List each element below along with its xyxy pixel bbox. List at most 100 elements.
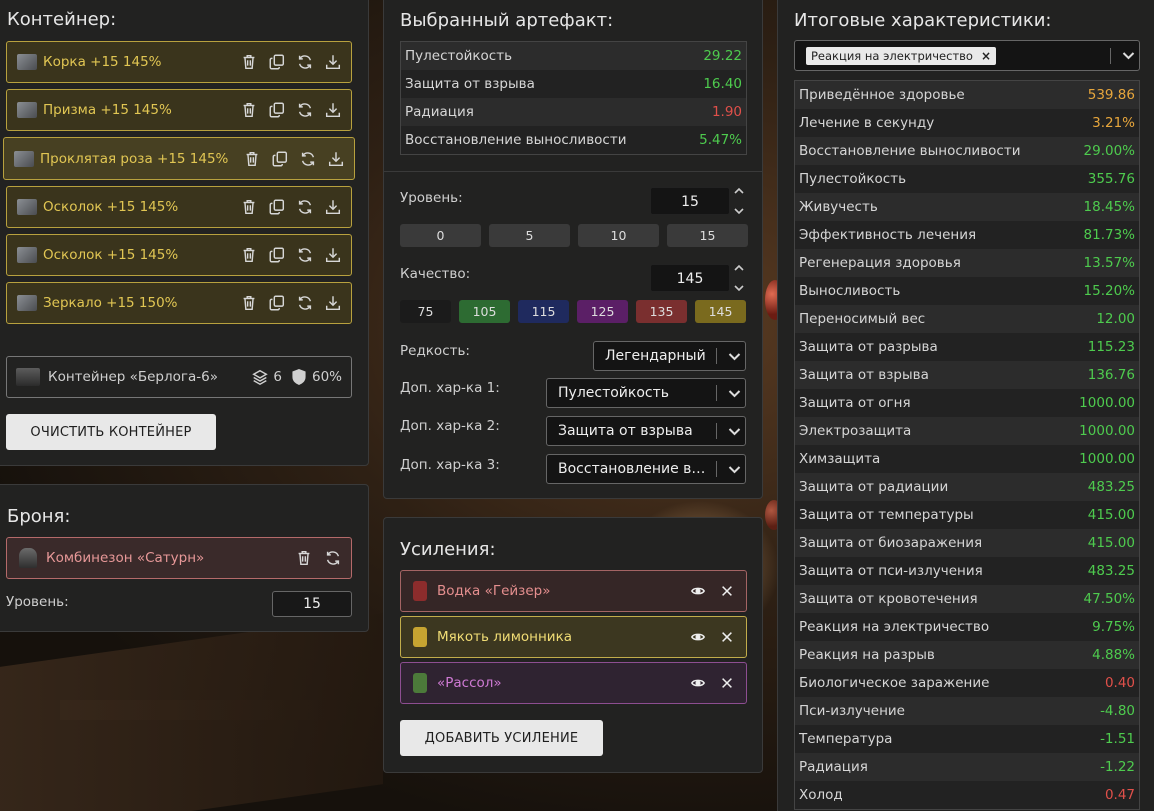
container-box[interactable]: Контейнер «Берлога-6» 6 60% [6,356,352,398]
armor-level-input[interactable] [272,591,352,617]
armor-level-label: Уровень: [6,594,69,610]
level-preset-button[interactable]: 15 [667,224,748,247]
artifact-icon [17,102,37,118]
artifact-item[interactable]: Корка +15 145% [6,41,352,83]
close-icon[interactable]: × [981,49,991,63]
boost-icon [413,581,427,601]
download-icon[interactable] [323,294,342,313]
level-preset-button[interactable]: 10 [578,224,659,247]
level-input[interactable]: 15 [650,187,730,215]
download-icon[interactable] [323,101,342,120]
eye-icon[interactable] [688,628,707,647]
trash-icon[interactable] [294,549,313,568]
artifact-item[interactable]: Зеркало +15 150% [6,282,352,324]
total-row: Регенерация здоровья 13.57% [795,249,1139,277]
chevron-up-icon[interactable] [734,187,744,195]
extra3-select[interactable]: Восстановление выносливости [546,454,746,484]
boost-item[interactable]: Водка «Гейзер» [400,570,747,612]
chevron-down-icon[interactable] [1122,51,1135,60]
level-preset-button[interactable]: 5 [489,224,570,247]
copy-icon[interactable] [267,53,286,72]
total-name: Приведённое здоровье [799,87,965,103]
copy-icon[interactable] [270,149,289,168]
total-name: Температура [799,731,893,747]
swap-icon[interactable] [295,101,314,120]
quality-spinner[interactable] [733,264,745,292]
divider [384,171,762,172]
trash-icon[interactable] [239,198,258,217]
swap-icon[interactable] [295,198,314,217]
container-slots-value: 6 [273,369,282,385]
swap-icon[interactable] [295,294,314,313]
artifact-item[interactable]: Проклятая роза +15 145% [3,137,355,180]
armor-suit[interactable]: Комбинезон «Сатурн» [6,537,352,579]
quality-preset-button[interactable]: 105 [459,300,510,323]
totals-table: Приведённое здоровье 539.86 Лечение в секу… [794,80,1140,810]
download-icon[interactable] [323,246,342,265]
swap-icon[interactable] [295,246,314,265]
total-row: Реакция на разрыв 4.88% [795,641,1139,669]
chevron-down-icon[interactable] [734,284,744,292]
copy-icon[interactable] [267,198,286,217]
eye-icon[interactable] [688,674,707,693]
quality-preset-button[interactable]: 135 [636,300,687,323]
total-row: Электрозащита 1000.00 [795,417,1139,445]
chevron-down-icon[interactable] [734,207,744,215]
boost-item[interactable]: «Рассол» [400,662,747,704]
download-icon[interactable] [326,149,345,168]
level-spinner[interactable] [733,187,745,215]
stat-value: 1.90 [711,104,742,120]
total-name: Эффективность лечения [799,227,977,243]
swap-icon[interactable] [323,549,342,568]
total-name: Реакция на электричество [799,619,990,635]
download-icon[interactable] [323,198,342,217]
close-icon[interactable] [717,582,736,601]
level-presets: 0 5 10 15 [400,224,748,247]
trash-icon[interactable] [239,53,258,72]
trash-icon[interactable] [239,246,258,265]
stat-value: 29.22 [703,48,742,64]
swap-icon[interactable] [298,149,317,168]
total-name: Защита от кровотечения [799,591,978,607]
total-row: Живучесть 18.45% [795,193,1139,221]
trash-icon[interactable] [242,149,261,168]
copy-icon[interactable] [267,101,286,120]
chevron-up-icon[interactable] [734,264,744,272]
swap-icon[interactable] [295,53,314,72]
total-row: Защита от кровотечения 47.50% [795,585,1139,613]
stat-filter-select[interactable]: Реакция на электричество × [794,40,1140,71]
copy-icon[interactable] [267,246,286,265]
quality-preset-button[interactable]: 115 [518,300,569,323]
trash-icon[interactable] [239,101,258,120]
clear-container-button[interactable]: ОЧИСТИТЬ КОНТЕЙНЕР [6,414,216,450]
total-value: 29.00% [1083,143,1135,159]
quality-preset-button[interactable]: 75 [400,300,451,323]
artifact-list: Корка +15 145% Призма +15 145% Проклятая р… [3,41,355,330]
boosts-title: Усиления: [400,539,496,560]
artifact-item[interactable]: Призма +15 145% [6,89,352,131]
boost-item[interactable]: Мякоть лимонника [400,616,747,658]
chevron-down-icon [728,465,740,473]
rarity-select[interactable]: Легендарный [593,341,746,371]
extra1-select[interactable]: Пулестойкость [546,378,746,408]
level-preset-button[interactable]: 0 [400,224,481,247]
trash-icon[interactable] [239,294,258,313]
copy-icon[interactable] [267,294,286,313]
stat-name: Защита от взрыва [405,76,535,92]
filter-tag[interactable]: Реакция на электричество × [806,46,997,65]
extra1-label: Доп. хар-ка 1: [400,380,500,396]
add-boost-button[interactable]: ДОБАВИТЬ УСИЛЕНИЕ [400,720,603,756]
close-icon[interactable] [717,628,736,647]
download-icon[interactable] [323,53,342,72]
quality-preset-button[interactable]: 125 [577,300,628,323]
artifact-item[interactable]: Осколок +15 145% [6,186,352,228]
boost-icon [413,673,427,693]
quality-preset-button[interactable]: 145 [695,300,746,323]
boost-name: Мякоть лимонника [437,629,572,645]
eye-icon[interactable] [688,582,707,601]
close-icon[interactable] [717,674,736,693]
quality-input[interactable]: 145 [650,264,730,292]
extra2-select[interactable]: Защита от взрыва [546,416,746,446]
stat-name: Пулестойкость [405,48,513,64]
artifact-item[interactable]: Осколок +15 145% [6,234,352,276]
